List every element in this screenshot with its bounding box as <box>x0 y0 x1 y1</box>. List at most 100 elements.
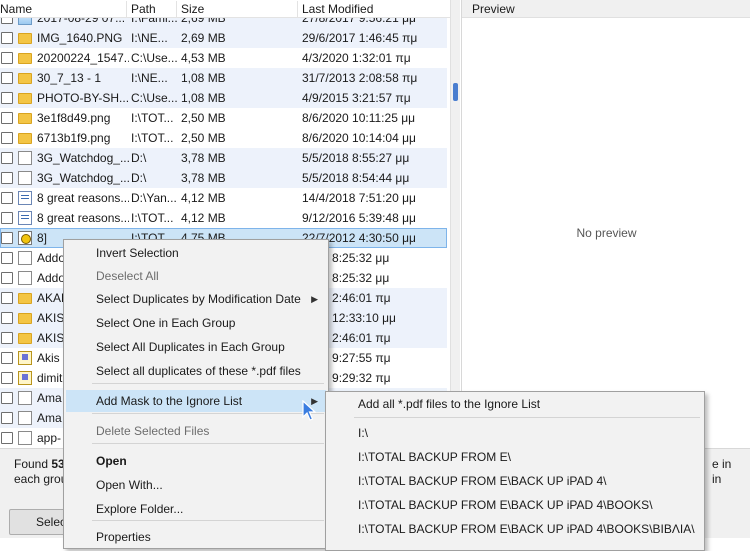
menu-item-explore-folder[interactable]: Explore Folder... <box>66 498 326 520</box>
row-name: 3G_Watchdog_... <box>37 151 129 165</box>
file-icon <box>18 251 32 265</box>
file-icon <box>18 271 32 285</box>
table-row[interactable]: 30_7_13 - 1 I:\NE... 1,08 MB 31/7/2013 2:08… <box>0 68 447 88</box>
row-path: C:\Use... <box>131 91 177 105</box>
menu-item-select-all-duplicates-of-these-pdf-files[interactable]: Select all duplicates of these *.pdf fil… <box>66 360 326 382</box>
row-last-modified: 29/6/2017 1:46:45 πμ <box>302 31 418 45</box>
file-icon <box>18 391 32 405</box>
row-checkbox[interactable] <box>1 32 13 44</box>
submenu-item-add-all-pdf[interactable]: Add all *.pdf files to the Ignore List <box>328 393 702 415</box>
row-checkbox[interactable] <box>1 152 13 164</box>
row-last-modified: 8/6/2020 10:11:25 μμ <box>302 111 416 125</box>
row-size: 4,12 MB <box>181 211 226 225</box>
table-row[interactable]: 3G_Watchdog_... D:\ 3,78 MB 5/5/2018 8:55:2… <box>0 148 447 168</box>
row-checkbox[interactable] <box>1 52 13 64</box>
row-checkbox[interactable] <box>1 432 13 444</box>
menu-separator <box>92 383 324 384</box>
menu-item-properties[interactable]: Properties <box>66 526 326 548</box>
submenu-item-path-mask[interactable]: I:\TOTAL BACKUP FROM E\BACK UP iPAD 4\ <box>328 470 702 492</box>
submenu-separator <box>354 417 700 418</box>
menu-item-invert-selection[interactable]: Invert Selection <box>66 242 326 264</box>
folder-icon <box>18 333 32 344</box>
list-scrollbar[interactable] <box>450 0 460 448</box>
submenu-item-path-mask[interactable]: I:\TOTAL BACKUP FROM E\ <box>328 446 702 468</box>
preview-title: Preview <box>462 0 750 18</box>
ignore-list-submenu: Add all *.pdf files to the Ignore List I:… <box>325 391 705 551</box>
row-checkbox[interactable] <box>1 272 13 284</box>
folder-icon <box>18 313 32 324</box>
row-name: 3e1f8d49.png <box>37 111 111 125</box>
row-path: C:\Use... <box>131 51 177 65</box>
row-checkbox[interactable] <box>1 212 13 224</box>
row-name: 30_7_13 - 1 <box>37 71 102 85</box>
row-path: D:\Yan... <box>131 191 177 205</box>
column-header-size[interactable]: Size <box>177 1 298 17</box>
menu-item-delete-selected-files: Delete Selected Files <box>96 424 210 438</box>
row-size: 4,12 MB <box>181 191 226 205</box>
column-header-last-modified[interactable]: Last Modified <box>298 1 450 17</box>
row-checkbox[interactable] <box>1 92 13 104</box>
row-checkbox[interactable] <box>1 332 13 344</box>
row-checkbox[interactable] <box>1 312 13 324</box>
submenu-item-path-mask[interactable]: I:\TOTAL BACKUP FROM E\BACK UP iPAD 4\BO… <box>328 494 702 516</box>
menu-separator <box>92 443 324 444</box>
file-icon <box>18 431 32 445</box>
menu-item-open-with[interactable]: Open With... <box>66 474 326 496</box>
row-checkbox[interactable] <box>1 132 13 144</box>
folder-icon <box>18 293 32 304</box>
row-last-modified: 8/6/2020 10:14:04 μμ <box>302 131 416 145</box>
folder-icon <box>18 53 32 64</box>
table-row[interactable]: 8 great reasons... I:\TOT... 4,12 MB 9/12/2… <box>0 208 447 228</box>
table-row[interactable]: 20200224_1547... C:\Use... 4,53 MB 4/3/2020… <box>0 48 447 68</box>
row-last-modified: 9/12/2016 5:39:48 μμ <box>302 211 416 225</box>
row-checkbox[interactable] <box>1 392 13 404</box>
folder-icon <box>18 73 32 84</box>
row-checkbox[interactable] <box>1 292 13 304</box>
submenu-arrow-icon: ▶ <box>311 294 318 304</box>
table-row[interactable]: 3e1f8d49.png I:\TOT... 2,50 MB 8/6/2020 10:… <box>0 108 447 128</box>
row-size: 3,78 MB <box>181 171 226 185</box>
table-row[interactable]: PHOTO-BY-SH... C:\Use... 1,08 MB 4/9/2015 3… <box>0 88 447 108</box>
row-checkbox[interactable] <box>1 372 13 384</box>
row-last-modified: 5/5/2018 8:54:44 μμ <box>302 171 410 185</box>
row-checkbox[interactable] <box>1 352 13 364</box>
found-summary: Found 53 each grou <box>14 457 68 486</box>
row-path: D:\ <box>131 151 147 165</box>
row-name: 8 great reasons... <box>37 211 129 225</box>
list-scrollbar-thumb[interactable] <box>453 83 458 101</box>
menu-item-open[interactable]: Open <box>66 450 326 472</box>
table-row[interactable]: 6713b1f9.png I:\TOT... 2,50 MB 8/6/2020 10:… <box>0 128 447 148</box>
menu-item-select-all-duplicates-in-each-group[interactable]: Select All Duplicates in Each Group <box>66 336 326 358</box>
menu-item-select-duplicates-by-modification-date[interactable]: Select Duplicates by Modification Date ▶ <box>66 288 326 310</box>
table-row[interactable]: 3G_Watchdog_... D:\ 3,78 MB 5/5/2018 8:54:4… <box>0 168 447 188</box>
menu-separator <box>92 413 324 414</box>
row-checkbox[interactable] <box>1 252 13 264</box>
row-checkbox[interactable] <box>1 412 13 424</box>
column-header-name[interactable]: Name <box>0 1 127 17</box>
submenu-item-path-mask[interactable]: I:\ <box>328 422 702 444</box>
submenu-item-path-mask[interactable]: I:\TOTAL BACKUP FROM E\BACK UP iPAD 4\BO… <box>328 518 702 540</box>
row-path: I:\TOT... <box>131 131 174 145</box>
row-checkbox[interactable] <box>1 112 13 124</box>
row-size: 2,50 MB <box>181 131 226 145</box>
row-size: 4,53 MB <box>181 51 226 65</box>
row-checkbox[interactable] <box>1 192 13 204</box>
mouse-cursor-icon <box>302 400 316 421</box>
row-size: 2,50 MB <box>181 111 226 125</box>
row-size: 1,08 MB <box>181 91 226 105</box>
column-header-path[interactable]: Path <box>127 1 177 17</box>
menu-item-add-mask-to-the-ignore-list[interactable]: Add Mask to the Ignore List ▶ <box>66 390 326 412</box>
row-name: 20200224_1547... <box>37 51 129 65</box>
row-size: 1,08 MB <box>181 71 226 85</box>
row-checkbox[interactable] <box>1 232 13 244</box>
row-checkbox[interactable] <box>1 172 13 184</box>
row-path: I:\TOT... <box>131 111 174 125</box>
row-last-modified: 4/9/2015 3:21:57 πμ <box>302 91 411 105</box>
row-checkbox[interactable] <box>1 72 13 84</box>
row-path: D:\ <box>131 171 147 185</box>
table-row[interactable]: IMG_1640.PNG I:\NE... 2,69 MB 29/6/2017 1:4… <box>0 28 447 48</box>
row-last-modified: 5/5/2018 8:55:27 μμ <box>302 151 410 165</box>
folder-icon <box>18 33 32 44</box>
menu-item-select-one-in-each-group[interactable]: Select One in Each Group <box>66 312 326 334</box>
table-row[interactable]: 8 great reasons... D:\Yan... 4,12 MB 14/4/2… <box>0 188 447 208</box>
